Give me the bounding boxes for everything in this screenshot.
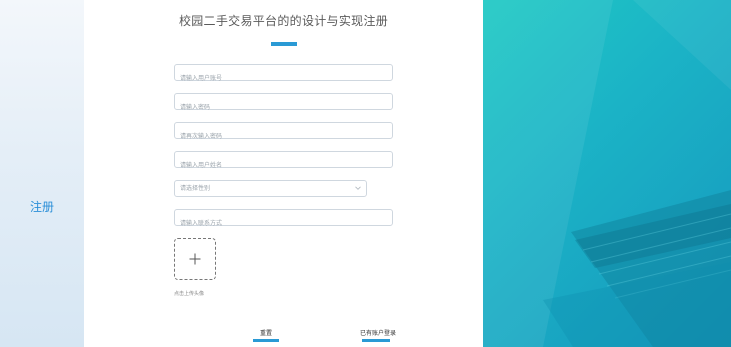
confirm-password-field[interactable] (174, 122, 393, 144)
name-input[interactable] (175, 158, 392, 173)
plus-icon (189, 253, 201, 265)
name-field[interactable] (174, 151, 393, 173)
login-link-label: 已有账户登录 (359, 329, 396, 337)
chevron-down-icon (355, 186, 361, 190)
page-title: 校园二手交易平台的的设计与实现注册 (178, 14, 389, 28)
gender-select[interactable]: 请选择性别 (174, 180, 367, 197)
password-input[interactable] (175, 100, 392, 115)
confirm-password-input[interactable] (175, 129, 392, 144)
upload-hint: 点击上传头像 (174, 291, 205, 297)
background-image-panel (483, 0, 731, 347)
sidebar-register-label: 注册 (29, 200, 54, 214)
reset-button-label: 重置 (259, 329, 272, 337)
title-underline (271, 42, 297, 46)
login-link[interactable]: 已有账户登录 (358, 325, 398, 342)
username-field[interactable] (174, 64, 393, 86)
avatar-upload[interactable] (174, 238, 216, 280)
username-input[interactable] (175, 71, 392, 86)
left-sidebar: 注册 (0, 0, 84, 347)
register-form-panel: 校园二手交易平台的的设计与实现注册 请选择性别 点击上传头像 重置 已有账户登录 (84, 0, 483, 347)
contact-field[interactable] (174, 209, 393, 231)
gender-select-value: 请选择性别 (180, 185, 211, 192)
reset-button[interactable]: 重置 (253, 325, 279, 342)
laptop-illustration (483, 0, 731, 347)
contact-input[interactable] (175, 216, 392, 231)
password-field[interactable] (174, 93, 393, 115)
reset-button-underline (253, 339, 279, 342)
login-link-underline (362, 339, 390, 342)
